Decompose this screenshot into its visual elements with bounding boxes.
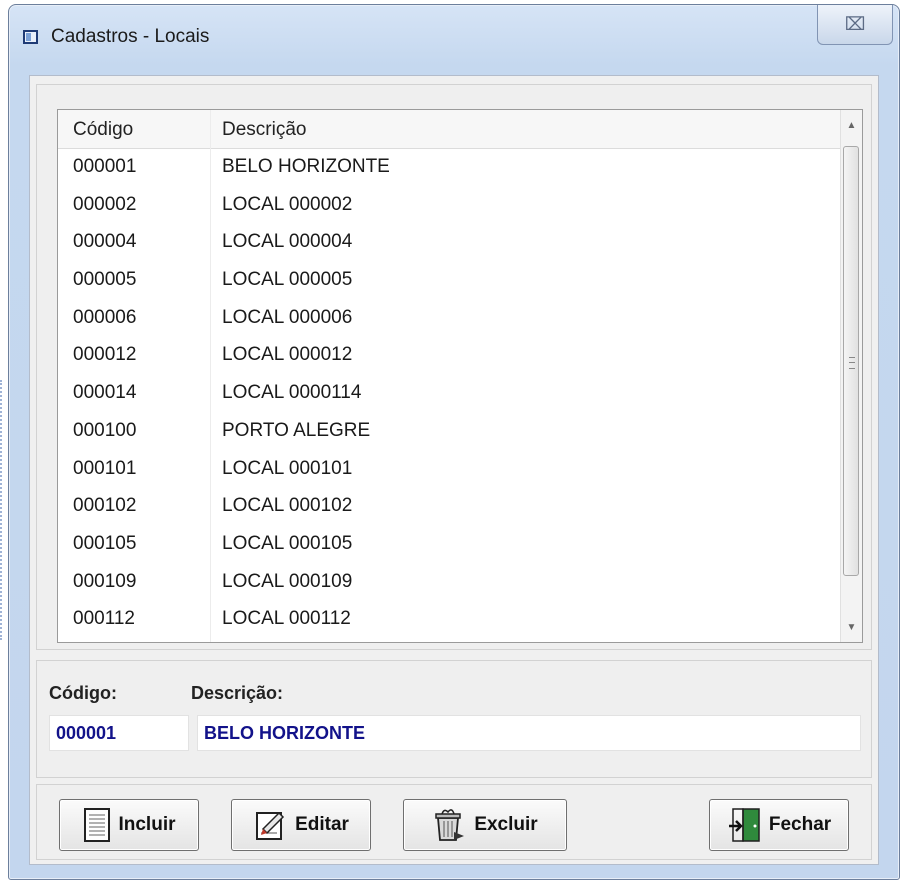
client-area: Código Descrição 000001 BELO HORIZONTE 000… xyxy=(29,75,879,865)
table-row[interactable]: 000006 LOCAL 000006 xyxy=(58,299,842,337)
blank-document-icon xyxy=(84,808,111,842)
detail-panel: Código: Descrição: 000001 BELO HORIZONTE xyxy=(36,660,872,778)
table-row[interactable]: 000112 LOCAL 000112 xyxy=(58,600,842,638)
table-row[interactable]: 000100 PORTO ALEGRE xyxy=(58,412,842,450)
table-row[interactable]: 000002 LOCAL 000002 xyxy=(58,186,842,224)
cell-codigo: 000105 xyxy=(73,532,137,554)
table-row[interactable]: 000109 LOCAL 000109 xyxy=(58,563,842,601)
cell-codigo: 000101 xyxy=(73,457,137,479)
vertical-scrollbar[interactable]: ▲ ▼ xyxy=(840,110,862,642)
cell-codigo: 000001 xyxy=(73,156,137,177)
window: Cadastros - Locais ⌧ Código Descrição 00… xyxy=(8,4,900,880)
cell-codigo: 000100 xyxy=(73,419,137,441)
cell-codigo: 000002 xyxy=(73,193,137,215)
cell-descricao: LOCAL 000101 xyxy=(222,457,353,479)
grid-body: 000001 BELO HORIZONTE 000002 LOCAL 000002 00… xyxy=(58,148,842,638)
title-bar[interactable]: Cadastros - Locais ⌧ xyxy=(9,5,899,75)
locais-grid[interactable]: Código Descrição 000001 BELO HORIZONTE 000… xyxy=(57,109,863,643)
button-panel: Incluir Editar Excluir Fechar xyxy=(36,784,872,860)
table-row[interactable]: 000101 LOCAL 000101 xyxy=(58,450,842,488)
list-panel: Código Descrição 000001 BELO HORIZONTE 000… xyxy=(36,84,872,650)
cell-codigo: 000014 xyxy=(73,382,137,404)
cell-descricao: LOCAL 000112 xyxy=(222,608,351,630)
grid-header: Código Descrição xyxy=(58,110,842,149)
cell-descricao: LOCAL 000006 xyxy=(222,306,353,328)
incluir-label: Incluir xyxy=(118,814,176,835)
cell-descricao: LOCAL 000105 xyxy=(222,532,353,554)
desktop-dotted-edge xyxy=(0,380,6,640)
table-row[interactable]: 000001 BELO HORIZONTE xyxy=(58,148,842,186)
cell-descricao: BELO HORIZONTE xyxy=(222,156,390,177)
cell-codigo: 000006 xyxy=(73,306,137,328)
fechar-button[interactable]: Fechar xyxy=(709,799,849,851)
descricao-label: Descrição: xyxy=(191,683,284,703)
table-row[interactable]: 000012 LOCAL 000012 xyxy=(58,336,842,374)
scroll-down-arrow-icon[interactable]: ▼ xyxy=(841,618,862,638)
cell-descricao: PORTO ALEGRE xyxy=(222,419,371,441)
cell-descricao: LOCAL 000102 xyxy=(222,495,353,517)
descricao-field[interactable]: BELO HORIZONTE xyxy=(197,715,861,751)
incluir-button[interactable]: Incluir xyxy=(59,799,199,851)
table-row[interactable]: 000005 LOCAL 000005 xyxy=(58,261,842,299)
table-row[interactable]: 000102 LOCAL 000102 xyxy=(58,487,842,525)
exit-door-icon xyxy=(728,808,760,842)
scroll-up-arrow-icon[interactable]: ▲ xyxy=(841,116,862,136)
cell-descricao: LOCAL 000002 xyxy=(222,193,353,215)
column-header-codigo[interactable]: Código xyxy=(73,110,133,148)
table-row[interactable]: 000014 LOCAL 0000114 xyxy=(58,374,842,412)
cell-codigo: 000004 xyxy=(73,231,137,253)
window-title: Cadastros - Locais xyxy=(51,26,210,47)
editar-label: Editar xyxy=(295,814,349,835)
cell-descricao: LOCAL 000012 xyxy=(222,344,353,366)
cell-codigo: 000112 xyxy=(73,608,135,630)
cell-codigo: 000102 xyxy=(73,495,137,517)
edit-document-icon xyxy=(256,811,285,840)
editar-button[interactable]: Editar xyxy=(231,799,371,851)
trash-can-icon xyxy=(435,809,465,841)
cell-descricao: LOCAL 000109 xyxy=(222,570,353,592)
cell-descricao: LOCAL 000005 xyxy=(222,269,353,291)
scrollbar-thumb[interactable] xyxy=(843,146,859,576)
cell-descricao: LOCAL 0000114 xyxy=(222,382,362,404)
close-button[interactable]: ⌧ xyxy=(817,5,893,45)
cell-codigo: 000005 xyxy=(73,269,137,291)
grip-icon xyxy=(849,357,855,369)
excluir-button[interactable]: Excluir xyxy=(403,799,567,851)
table-row[interactable]: 000105 LOCAL 000105 xyxy=(58,525,842,563)
table-row[interactable]: 000004 LOCAL 000004 xyxy=(58,223,842,261)
cell-codigo: 000012 xyxy=(73,344,137,366)
codigo-field[interactable]: 000001 xyxy=(49,715,189,751)
excluir-label: Excluir xyxy=(474,814,538,835)
window-icon xyxy=(23,30,38,44)
cell-descricao: LOCAL 000004 xyxy=(222,231,353,253)
column-header-descricao[interactable]: Descrição xyxy=(222,110,306,148)
fechar-label: Fechar xyxy=(768,814,832,835)
cell-codigo: 000109 xyxy=(73,570,137,592)
codigo-label: Código: xyxy=(49,683,117,703)
